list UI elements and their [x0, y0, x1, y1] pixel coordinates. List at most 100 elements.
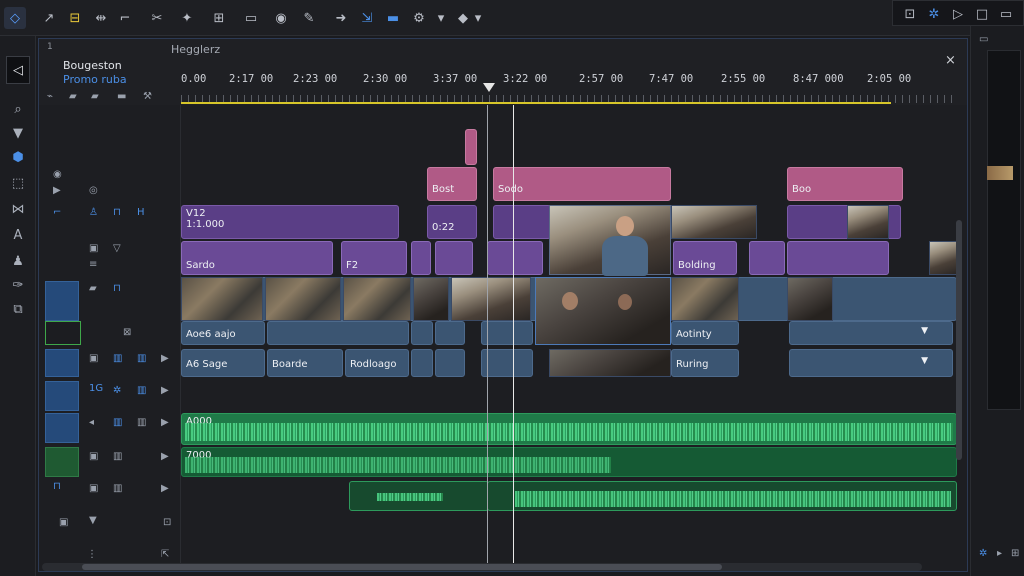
video-clip[interactable]: 0:22	[427, 205, 477, 239]
chevron-down-icon[interactable]: ▼	[89, 515, 97, 526]
monitor-icon[interactable]: ▭	[240, 7, 262, 29]
video-clip[interactable]	[481, 349, 533, 377]
marker-icon[interactable]: ⊟	[64, 7, 86, 29]
fx-clip[interactable]: Sardo	[181, 241, 333, 275]
play-icon[interactable]: ▷	[947, 3, 969, 25]
track-target-a3[interactable]	[45, 413, 79, 443]
menu-icon[interactable]: ▭	[995, 3, 1017, 25]
video-clip[interactable]: Aotinty	[671, 321, 739, 345]
panel-icon[interactable]: ▭	[979, 34, 988, 45]
video-clip[interactable]: Rodloago	[345, 349, 409, 377]
in-point-line[interactable]	[487, 105, 488, 567]
text-tool-icon[interactable]: A	[6, 224, 30, 246]
magic-icon[interactable]: ✲	[979, 548, 987, 559]
play-track-icon[interactable]: ▶	[161, 451, 169, 462]
fx-clip[interactable]	[435, 241, 473, 275]
speaker-icon[interactable]: ◂	[89, 417, 94, 428]
track-target-v1[interactable]	[45, 281, 79, 321]
flag-icon[interactable]: ▶	[53, 185, 61, 196]
solo-icon[interactable]: ▥	[137, 417, 146, 428]
sync-lock-icon[interactable]: ⊓	[113, 207, 121, 218]
magic-icon[interactable]: ✲	[113, 385, 121, 396]
selection-arrow-icon[interactable]: ◁	[6, 56, 30, 84]
razor-icon[interactable]: ✂	[146, 7, 168, 29]
insert-icon[interactable]: ⇲	[356, 7, 378, 29]
playhead[interactable]	[513, 105, 514, 567]
fx-clip[interactable]	[487, 241, 543, 275]
solo-icon[interactable]: ▥	[137, 385, 146, 396]
selection-tool-icon[interactable]: ◇	[4, 7, 26, 29]
video-clip[interactable]: ▼	[789, 321, 953, 345]
eye-icon[interactable]: ◉	[53, 169, 62, 180]
eyedropper-icon[interactable]: ✑	[6, 274, 30, 296]
work-area-bar[interactable]	[181, 102, 891, 104]
track-target-a2[interactable]	[45, 381, 79, 411]
play-track-icon[interactable]: ▶	[161, 385, 169, 396]
resize-icon[interactable]: ⇱	[161, 549, 169, 560]
play-track-icon[interactable]: ▶	[161, 483, 169, 494]
title-clip[interactable]	[465, 129, 477, 165]
pen-icon[interactable]: ✎	[298, 7, 320, 29]
slip-icon[interactable]: ✦	[176, 7, 198, 29]
dropdown-icon[interactable]: ▾	[430, 7, 452, 29]
mute-icon[interactable]: ▥	[113, 353, 122, 364]
arrow-forward-icon[interactable]: ➜	[330, 7, 352, 29]
fx-clip[interactable]: Bolding	[673, 241, 737, 275]
chevron-down-icon[interactable]: ▾	[472, 7, 484, 29]
stamp-icon[interactable]: ♟	[6, 250, 30, 272]
fx-clip[interactable]	[749, 241, 785, 275]
fx-clip[interactable]: F2	[341, 241, 407, 275]
comment-icon[interactable]: ▬	[382, 7, 404, 29]
title-clip[interactable]: Bost	[427, 167, 477, 201]
ripple-edit-icon[interactable]: ⇹	[90, 7, 112, 29]
track-select-box[interactable]	[45, 321, 81, 345]
title-clip[interactable]: Boo	[787, 167, 903, 201]
track-target-a4[interactable]	[45, 447, 79, 477]
film-icon[interactable]: ▣	[89, 353, 98, 364]
trim-icon[interactable]: ⋈	[6, 198, 30, 220]
title-clip[interactable]: Sodo	[493, 167, 671, 201]
track-target-a1[interactable]	[45, 349, 79, 377]
link-icon[interactable]: ◉	[270, 7, 292, 29]
snap-toggle-icon[interactable]: ⌁	[47, 91, 53, 102]
crop-icon[interactable]: ⬚	[6, 172, 30, 194]
person-icon[interactable]: ♙	[89, 207, 98, 218]
chevron-down-icon[interactable]: ▽	[113, 243, 121, 254]
expand-icon[interactable]: ⊞	[1011, 548, 1019, 559]
play-track-icon[interactable]: ▶	[161, 353, 169, 364]
video-clip[interactable]	[481, 321, 533, 345]
zoom-icon[interactable]: ⌕	[6, 98, 30, 120]
wrench-icon[interactable]: ⚒	[143, 91, 152, 102]
marker-add-icon[interactable]: ▬	[117, 91, 126, 102]
video-clip[interactable]	[435, 321, 465, 345]
window-icon[interactable]: □	[971, 3, 993, 25]
mute-icon[interactable]: ▥	[113, 451, 122, 462]
sync-icon[interactable]: ⊓	[113, 283, 121, 294]
vertical-scrollbar[interactable]	[956, 220, 962, 460]
time-ruler[interactable]: 0.00 2:17 00 2:23 00 2:30 00 3:37 00 3:22 00 2…	[181, 65, 957, 105]
horizontal-scrollbar[interactable]	[42, 563, 922, 571]
video-clip[interactable]: Boarde	[267, 349, 343, 377]
scrollbar-thumb[interactable]	[82, 564, 722, 570]
video-clip[interactable]: Aoe6 aajo	[181, 321, 265, 345]
video-clip[interactable]: Ruring	[671, 349, 739, 377]
wrench-icon[interactable]: ◆	[452, 7, 474, 29]
folder-icon[interactable]: ▰	[89, 283, 97, 294]
track-select-icon[interactable]: ↗	[38, 7, 60, 29]
rolling-edit-icon[interactable]: ⌐	[114, 7, 136, 29]
playhead-handle-icon[interactable]	[483, 83, 495, 92]
video-clip[interactable]: ▼	[789, 349, 953, 377]
video-clip[interactable]	[493, 205, 551, 239]
arrow-right-icon[interactable]: ▸	[997, 548, 1002, 559]
film-icon[interactable]: ▣	[89, 451, 98, 462]
folder-icon[interactable]: ▰	[91, 91, 99, 102]
lock-icon[interactable]: H	[137, 207, 145, 218]
video-clip[interactable]: V12 1:1.000	[181, 205, 399, 239]
video-clip[interactable]	[435, 349, 465, 377]
play-track-icon[interactable]: ▶	[161, 417, 169, 428]
snap-icon[interactable]: ⊞	[208, 7, 230, 29]
sequence-tab[interactable]: Hegglerz	[171, 43, 220, 56]
fx-clip[interactable]	[411, 241, 431, 275]
clip-menu-icon[interactable]: ▼	[921, 326, 928, 336]
film-icon[interactable]: ▣	[89, 243, 98, 254]
